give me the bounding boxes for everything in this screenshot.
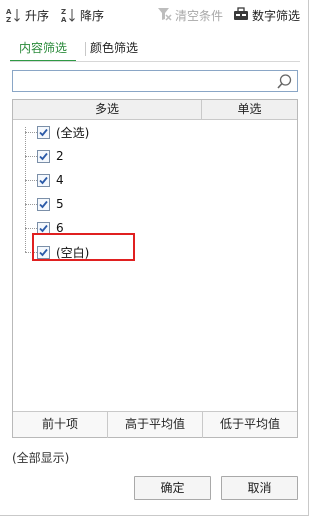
list-item-label: (全选) (56, 125, 90, 140)
checkbox[interactable] (37, 149, 50, 163)
checkbox[interactable] (37, 173, 50, 187)
cancel-button[interactable]: 取消 (221, 476, 298, 500)
tab-divider (85, 42, 86, 56)
clear-filter-icon (156, 6, 172, 25)
search-icon[interactable] (276, 73, 293, 90)
sort-ascending-button[interactable]: A Z 升序 (6, 6, 49, 24)
tree-branch (25, 155, 37, 157)
tree-branch (25, 227, 37, 229)
tree-branch (25, 203, 37, 205)
search-box (12, 70, 298, 92)
sort-descending-icon: Z A (61, 7, 77, 24)
above-average-button[interactable]: 高于平均值 (108, 412, 203, 438)
svg-text:Z: Z (6, 16, 11, 23)
list-header: 多选 单选 (13, 100, 297, 120)
value-tree: (全选) 2 4 5 6 (空白) (13, 121, 297, 411)
top-ten-button[interactable]: 前十项 (13, 412, 108, 438)
list-item[interactable]: 4 (25, 171, 64, 189)
status-text: (全部显示) (12, 451, 70, 465)
multi-select-header[interactable]: 多选 (13, 100, 202, 119)
checkbox[interactable] (37, 125, 50, 139)
filter-panel: A Z 升序 Z A 降序 清空条件 数字筛选 内容筛选 颜色筛选 多选 单选 … (0, 0, 309, 516)
clear-conditions-button[interactable]: 清空条件 (156, 6, 223, 24)
sort-descending-label: 降序 (80, 8, 105, 23)
clear-conditions-label: 清空条件 (175, 8, 224, 23)
value-list: 多选 单选 (全选) 2 4 5 6 (空白) 前十项 高于平均值 低于平均值 (12, 99, 298, 438)
tree-branch (25, 179, 37, 181)
tabs-underline (10, 61, 300, 62)
svg-text:A: A (61, 16, 67, 23)
ok-button[interactable]: 确定 (134, 476, 211, 500)
toolbar: A Z 升序 Z A 降序 清空条件 数字筛选 (0, 0, 309, 30)
tab-content-filter[interactable]: 内容筛选 (10, 38, 76, 62)
tab-color-filter[interactable]: 颜色筛选 (90, 38, 150, 62)
list-item[interactable]: 5 (25, 195, 64, 213)
search-input[interactable] (16, 73, 271, 89)
checkbox[interactable] (37, 197, 50, 211)
sort-ascending-icon: A Z (6, 7, 22, 24)
list-item-label: 2 (56, 149, 64, 163)
number-filter-button[interactable]: 数字筛选 (233, 6, 300, 24)
below-average-button[interactable]: 低于平均值 (203, 412, 297, 438)
highlight-box (32, 233, 135, 261)
svg-text:A: A (6, 8, 12, 16)
filter-tabs: 内容筛选 颜色筛选 (10, 38, 300, 62)
single-select-header[interactable]: 单选 (202, 100, 297, 119)
list-item-select-all[interactable]: (全选) (25, 123, 89, 141)
svg-text:Z: Z (61, 8, 66, 16)
sort-descending-button[interactable]: Z A 降序 (61, 6, 104, 24)
list-item-label: 4 (56, 173, 64, 187)
number-filter-icon (233, 6, 249, 25)
tree-branch (25, 131, 37, 133)
list-footer: 前十项 高于平均值 低于平均值 (13, 411, 297, 438)
list-item[interactable]: 2 (25, 147, 64, 165)
sort-ascending-label: 升序 (25, 8, 50, 23)
number-filter-label: 数字筛选 (252, 8, 301, 23)
list-item-label: 5 (56, 197, 64, 211)
